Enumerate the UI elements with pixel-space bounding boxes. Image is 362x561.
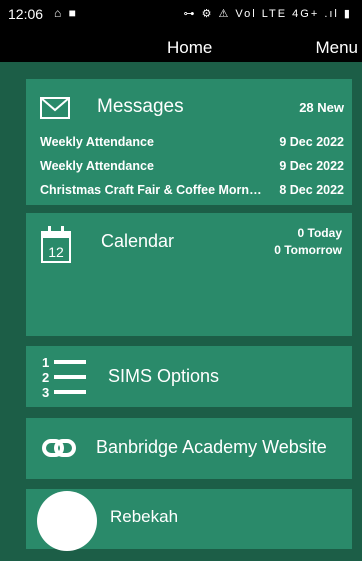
calendar-title: Calendar xyxy=(101,231,175,251)
sims-options-label: SIMS Options xyxy=(108,366,220,386)
list-icon-digit: 1 xyxy=(42,355,49,370)
envelope-icon xyxy=(40,97,70,119)
status-bar: 12:06 ⌂ ■ ⊶ ⚙ ⚠ Vol LTE 4G+ .ıl ▮ xyxy=(0,0,362,28)
message-row[interactable]: Weekly Attendance 9 Dec 2022 xyxy=(40,135,344,153)
messages-card[interactable]: Messages 28 New Weekly Attendance 9 Dec … xyxy=(26,79,352,205)
system-status-icons: ⊶ ⚙ ⚠ Vol LTE 4G+ .ıl ▮ xyxy=(183,8,352,20)
menu-button[interactable]: Menu xyxy=(315,38,358,58)
list-icon-digit: 2 xyxy=(42,370,49,385)
profile-card[interactable]: Rebekah xyxy=(26,489,352,551)
sims-options-card[interactable]: 1 2 3 SIMS Options xyxy=(26,346,352,407)
calendar-today-count: 0 Today xyxy=(297,226,342,240)
messages-new-count: 28 New xyxy=(299,100,344,115)
message-subject: Weekly Attendance xyxy=(40,159,154,173)
message-row[interactable]: Weekly Attendance 9 Dec 2022 xyxy=(40,159,344,177)
calendar-icon-day: 12 xyxy=(48,244,64,260)
messages-title: Messages xyxy=(97,96,184,117)
status-time: 12:06 xyxy=(8,6,44,22)
link-icon xyxy=(42,439,76,457)
message-date: 9 Dec 2022 xyxy=(279,135,344,149)
message-date: 9 Dec 2022 xyxy=(279,159,344,173)
website-label: Banbridge Academy Website xyxy=(96,437,327,457)
calendar-icon: 12 xyxy=(41,226,71,263)
profile-name: Rebekah xyxy=(110,507,179,526)
avatar xyxy=(37,491,97,551)
message-subject: Weekly Attendance xyxy=(40,135,154,149)
calendar-tomorrow-count: 0 Tomorrow xyxy=(274,243,342,257)
website-card[interactable]: Banbridge Academy Website xyxy=(26,418,352,479)
message-row[interactable]: Christmas Craft Fair & Coffee Morning 8 … xyxy=(40,183,344,201)
numbered-list-icon: 1 2 3 xyxy=(42,355,86,400)
notification-icons: ⌂ ■ xyxy=(54,6,78,20)
list-icon-digit: 3 xyxy=(42,385,49,400)
calendar-card[interactable]: 12 Calendar 0 Today 0 Tomorrow xyxy=(26,213,352,336)
page-title: Home xyxy=(167,38,213,57)
message-date: 8 Dec 2022 xyxy=(279,183,344,197)
message-subject: Christmas Craft Fair & Coffee Morning xyxy=(40,183,263,197)
app-bar: Home Menu xyxy=(0,28,362,62)
